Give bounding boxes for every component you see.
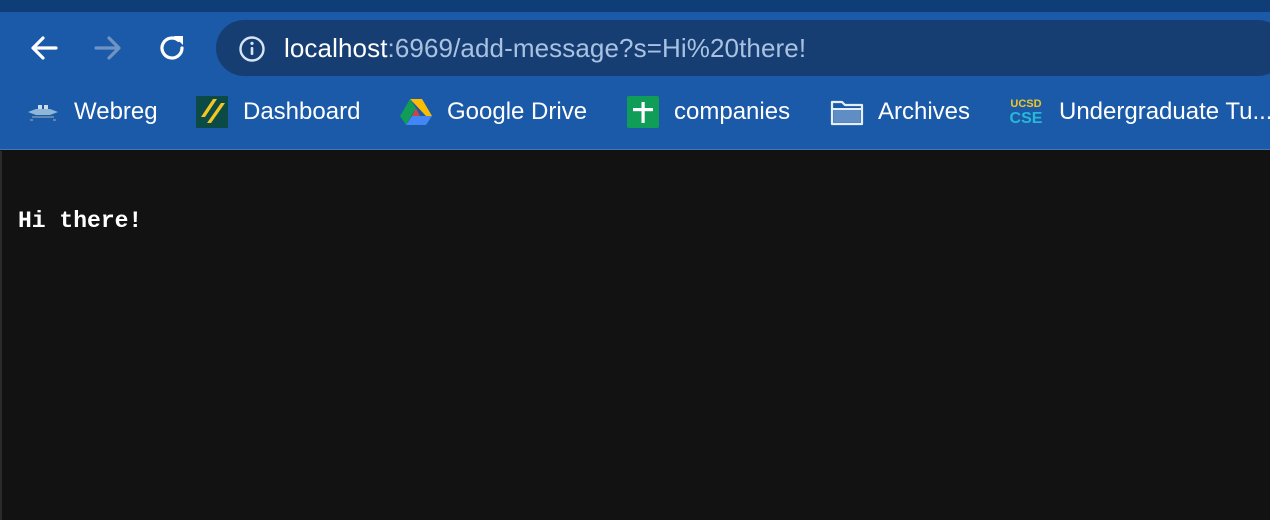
bookmark-archives[interactable]: Archives — [830, 88, 970, 136]
browser-toolbar: localhost:6969/add-message?s=Hi%20there!… — [0, 0, 1270, 150]
bookmark-label: Dashboard — [243, 98, 361, 125]
url-text[interactable]: localhost:6969/add-message?s=Hi%20there! — [284, 33, 806, 63]
message-text: Hi there! — [18, 208, 143, 234]
url-host: localhost — [284, 33, 388, 63]
bookmark-label: Archives — [878, 98, 971, 125]
bookmark-companies[interactable]: companies — [626, 88, 790, 136]
google-drive-icon — [399, 95, 433, 129]
tab-strip-edge — [0, 0, 1270, 12]
back-button[interactable] — [24, 28, 64, 68]
page-content: Hi there! — [0, 151, 1270, 520]
forward-button[interactable] — [88, 28, 128, 68]
reload-button[interactable] — [152, 28, 192, 68]
arrow-right-icon — [94, 36, 121, 60]
folder-icon — [830, 95, 864, 129]
bookmarks-bar: Webreg Dashboard Google Drive companies … — [0, 88, 1270, 136]
google-sheets-icon — [626, 95, 660, 129]
bookmark-google-drive[interactable]: Google Drive — [399, 88, 587, 136]
arrow-left-icon — [31, 36, 58, 60]
address-bar[interactable]: localhost:6969/add-message?s=Hi%20there! — [216, 20, 1270, 76]
ucsd-cse-icon: UCSD CSE — [1009, 97, 1043, 127]
bookmark-label: Google Drive — [447, 98, 588, 125]
url-path: :6969/add-message?s=Hi%20there! — [387, 33, 807, 63]
bookmark-label: Undergraduate Tu... — [1059, 98, 1270, 125]
bookmark-webreg[interactable]: Webreg — [26, 88, 158, 136]
webreg-icon — [26, 95, 60, 129]
bookmark-label: companies — [674, 98, 791, 125]
bookmark-label: Webreg — [74, 98, 158, 125]
reload-icon — [160, 36, 184, 60]
info-icon[interactable] — [238, 35, 266, 63]
bookmark-dashboard[interactable]: Dashboard — [195, 88, 360, 136]
bookmark-undergraduate-tutors[interactable]: UCSD CSE Undergraduate Tu... — [1007, 88, 1270, 136]
dashboard-icon — [195, 95, 229, 129]
